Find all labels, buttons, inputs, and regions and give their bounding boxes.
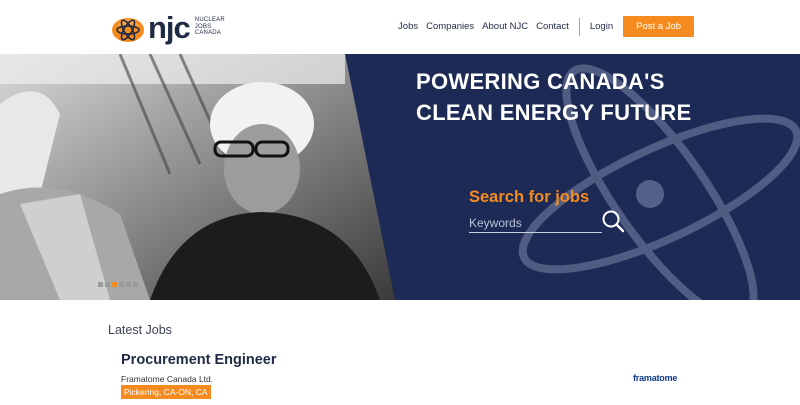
- latest-jobs-heading: Latest Jobs: [108, 323, 172, 337]
- main-nav: Jobs Companies About NJC Contact Login P…: [390, 16, 694, 37]
- carousel-dots: [98, 282, 140, 287]
- job-title-link[interactable]: Procurement Engineer: [121, 352, 277, 368]
- carousel-dot[interactable]: [133, 282, 138, 287]
- carousel-dot-active[interactable]: [112, 282, 117, 287]
- hero-title: POWERING CANADA'S CLEAN ENERGY FUTURE: [416, 69, 692, 125]
- site-header: njc NUCLEAR JOBS CANADA Jobs Companies A…: [0, 0, 800, 54]
- job-company: Framatome Canada Ltd.: [121, 374, 214, 384]
- hero-banner: POWERING CANADA'S CLEAN ENERGY FUTURE Se…: [0, 54, 800, 300]
- nav-jobs[interactable]: Jobs: [398, 21, 418, 32]
- hardhat-logo-icon: [112, 18, 144, 42]
- nav-login[interactable]: Login: [590, 21, 613, 32]
- post-job-button[interactable]: Post a Job: [623, 16, 694, 37]
- carousel-dot[interactable]: [98, 282, 103, 287]
- keywords-input[interactable]: [469, 213, 602, 233]
- logo-tagline: NUCLEAR JOBS CANADA: [194, 17, 225, 37]
- framatome-logo: framatome: [633, 373, 678, 383]
- nav-about[interactable]: About NJC: [482, 21, 528, 32]
- nav-contact[interactable]: Contact: [536, 21, 569, 32]
- search-heading: Search for jobs: [469, 188, 590, 206]
- logo-wordmark: njc: [148, 9, 191, 45]
- nav-divider: [578, 17, 580, 36]
- nav-companies[interactable]: Companies: [426, 21, 474, 32]
- job-location-badge: Pickering, CA-ON, CA: [121, 385, 211, 399]
- carousel-dot[interactable]: [105, 282, 110, 287]
- njc-logo[interactable]: njc NUCLEAR JOBS CANADA: [110, 9, 225, 45]
- search-button[interactable]: [600, 208, 626, 234]
- carousel-dot[interactable]: [126, 282, 131, 287]
- search-icon: [602, 210, 625, 233]
- carousel-dot[interactable]: [119, 282, 124, 287]
